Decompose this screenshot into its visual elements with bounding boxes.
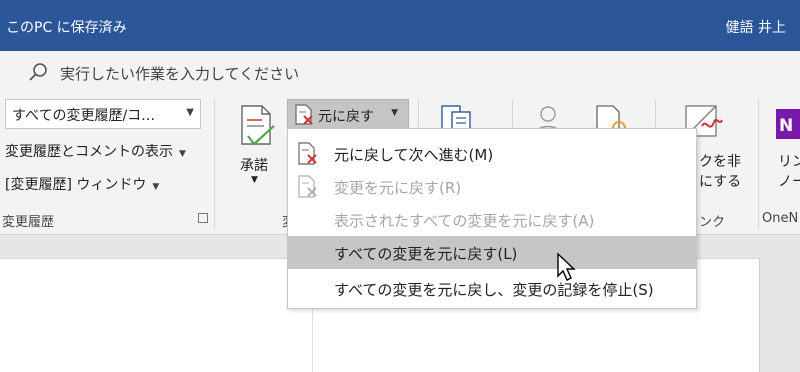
menu-item-label: 変更を元に戻す(R)	[334, 179, 462, 197]
menu-item-reject-change[interactable]: 変更を元に戻す(R)	[288, 170, 696, 203]
chevron-down-icon: ▼	[152, 182, 160, 192]
show-markup-button[interactable]: 変更履歴とコメントの表示 ▼	[5, 141, 186, 161]
reject-next-icon	[298, 142, 317, 165]
menu-item-label: 表示されたすべての変更を元に戻す(A)	[334, 212, 595, 230]
accept-icon[interactable]	[240, 104, 276, 150]
document-save-status: このPC に保存済み	[6, 20, 127, 36]
hide-ink-label-line2[interactable]: にする	[699, 171, 741, 191]
divider	[214, 99, 215, 229]
menu-item-reject-all-stop-tracking[interactable]: すべての変更を元に戻し、変更の記録を停止(S)	[288, 272, 696, 305]
menu-item-label: すべての変更を元に戻し、変更の記録を停止(S)	[334, 281, 654, 299]
reject-icon	[295, 104, 313, 125]
markup-display-value: すべての変更履歴/コ…	[12, 108, 156, 124]
svg-text:N: N	[779, 116, 793, 136]
mouse-pointer-icon	[557, 252, 576, 281]
title-bar: このPC に保存済み 健語 井上	[0, 0, 800, 51]
onenote-icon[interactable]: N	[776, 109, 800, 139]
search-icon	[29, 63, 47, 81]
reject-change-icon	[298, 175, 317, 198]
menu-item-reject-all-shown[interactable]: 表示されたすべての変更を元に戻す(A)	[288, 203, 696, 236]
linked-notes-label-line2[interactable]: ノー	[778, 171, 800, 191]
reject-button-label: 元に戻す	[318, 109, 374, 125]
chevron-down-icon[interactable]: ▼	[391, 108, 398, 118]
chevron-down-icon: ▼	[179, 149, 186, 159]
dialog-launcher-icon[interactable]	[198, 213, 208, 223]
reject-dropdown-menu: 元に戻して次へ進む(M) 変更を元に戻す(R) 表示されたすべての変更を元に戻す…	[287, 128, 697, 309]
reject-split-button[interactable]: 元に戻す ▼	[287, 99, 409, 129]
menu-item-label: すべての変更を元に戻す(L)	[334, 245, 518, 263]
markup-display-dropdown[interactable]: すべての変更履歴/コ… ▼	[5, 99, 201, 129]
divider	[758, 99, 759, 229]
reviewing-pane-label: [変更履歴] ウィンドウ	[5, 177, 147, 193]
menu-item-label: 元に戻して次へ進む(M)	[334, 146, 494, 164]
tell-me-search[interactable]: 実行したい作業を入力してください	[60, 63, 299, 84]
tracking-group-label: 変更履歴	[2, 215, 55, 230]
show-markup-label: 変更履歴とコメントの表示	[5, 144, 173, 160]
menu-item-reject-all[interactable]: すべての変更を元に戻す(L)	[288, 236, 696, 269]
chevron-down-icon: ▼	[186, 107, 194, 118]
reviewing-pane-button[interactable]: [変更履歴] ウィンドウ ▼	[5, 174, 159, 194]
user-name[interactable]: 健語 井上	[726, 17, 786, 37]
ink-group-label: ンク	[699, 215, 726, 230]
menu-item-reject-and-move-next[interactable]: 元に戻して次へ進む(M)	[288, 137, 696, 170]
chevron-down-icon[interactable]: ▼	[251, 175, 258, 185]
linked-notes-label-line1[interactable]: リン	[778, 151, 800, 171]
onenote-group-label: OneN	[762, 211, 799, 226]
hide-ink-label-line1[interactable]: クを非	[699, 151, 741, 171]
accept-button[interactable]: 承諾	[240, 155, 268, 175]
